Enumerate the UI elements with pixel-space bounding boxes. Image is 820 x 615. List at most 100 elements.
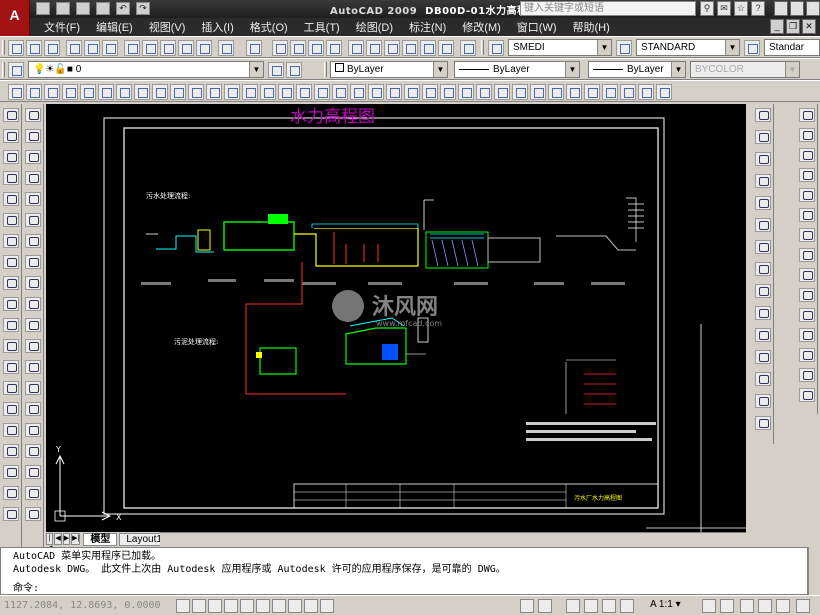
continue-icon[interactable] <box>755 328 771 342</box>
doc-restore-icon[interactable]: ❐ <box>786 19 800 34</box>
aligned-dim-icon[interactable] <box>755 130 771 144</box>
make-block-icon[interactable] <box>3 360 19 374</box>
tangent-icon[interactable] <box>799 288 815 302</box>
linetype-select[interactable]: ByLayer ▼ <box>454 61 580 78</box>
polyline-icon[interactable] <box>3 150 19 164</box>
diameter-icon[interactable] <box>755 240 771 254</box>
menu-help[interactable]: 帮助(H) <box>565 19 618 35</box>
temp-track-icon[interactable] <box>799 108 815 122</box>
chevron-down-icon[interactable]: ▼ <box>433 62 447 77</box>
separate-icon[interactable] <box>602 84 618 100</box>
union-icon[interactable] <box>278 84 294 100</box>
intersection-icon[interactable] <box>799 188 815 202</box>
perpendicular-icon[interactable] <box>799 308 815 322</box>
showmotion-icon[interactable] <box>620 599 634 613</box>
horizontal-scrollbar[interactable] <box>160 532 746 546</box>
extension-icon[interactable] <box>799 228 815 242</box>
print-icon[interactable] <box>96 2 110 15</box>
radius-icon[interactable] <box>755 196 771 210</box>
menu-file[interactable]: 文件(F) <box>36 19 88 35</box>
endpoint-icon[interactable] <box>799 148 815 162</box>
spline-icon[interactable] <box>3 276 19 290</box>
thicken-icon[interactable] <box>350 84 366 100</box>
ellipse-arc-icon[interactable] <box>3 318 19 332</box>
subtract-icon[interactable] <box>296 84 312 100</box>
scale-icon[interactable] <box>25 255 41 269</box>
table-style-select[interactable]: Standar <box>764 39 820 56</box>
point-icon[interactable] <box>3 381 19 395</box>
sweep-icon[interactable] <box>224 84 240 100</box>
plot-preview-icon[interactable] <box>84 40 100 56</box>
prev-tab-icon[interactable]: ◀ <box>54 533 62 545</box>
command-scrollbar[interactable] <box>808 547 820 595</box>
node-icon[interactable] <box>799 368 815 382</box>
rotate-icon[interactable] <box>25 234 41 248</box>
fillet-icon[interactable] <box>25 423 41 437</box>
save-icon[interactable] <box>76 2 90 15</box>
stretch-icon[interactable] <box>25 276 41 290</box>
zoom-realtime-icon[interactable] <box>290 40 306 56</box>
imprint-icon[interactable] <box>386 84 402 100</box>
text-style-icon[interactable] <box>488 40 504 56</box>
edge-copy-icon[interactable] <box>566 84 582 100</box>
last-tab-icon[interactable]: ▶| <box>71 533 81 545</box>
face-copy-icon[interactable] <box>530 84 546 100</box>
next-tab-icon[interactable]: ▶ <box>62 533 71 545</box>
dim-space-icon[interactable] <box>755 350 771 364</box>
calculator-icon[interactable] <box>438 40 454 56</box>
hatch-icon[interactable] <box>3 402 19 416</box>
loft-icon[interactable] <box>260 84 276 100</box>
tab-model[interactable]: 模型 <box>83 532 118 546</box>
face-move-icon[interactable] <box>440 84 456 100</box>
block-editor-icon[interactable] <box>196 40 212 56</box>
arc-icon[interactable] <box>3 213 19 227</box>
layout-icon[interactable] <box>538 599 552 613</box>
auto-scale-icon[interactable] <box>720 599 734 613</box>
center-icon[interactable] <box>799 248 815 262</box>
circle-icon[interactable] <box>3 234 19 248</box>
move-icon[interactable] <box>25 213 41 227</box>
trim-icon[interactable] <box>25 297 41 311</box>
object-snap-icon[interactable] <box>240 599 254 613</box>
menu-format[interactable]: 格式(O) <box>242 19 296 35</box>
multiline-text-icon[interactable] <box>3 486 19 500</box>
revision-cloud-icon[interactable] <box>3 255 19 269</box>
break-at-point-icon[interactable] <box>25 339 41 353</box>
doc-close-icon[interactable]: ✕ <box>802 19 816 34</box>
workspace-switch-icon[interactable] <box>740 599 754 613</box>
redo-button-icon[interactable] <box>246 40 262 56</box>
text-style-select[interactable]: SMEDI ▼ <box>508 39 612 56</box>
save-button-icon[interactable] <box>44 40 60 56</box>
chevron-down-icon[interactable]: ▼ <box>597 40 611 55</box>
restore-icon[interactable]: ❐ <box>790 1 804 16</box>
help-button-icon[interactable] <box>460 40 476 56</box>
dim-style-select[interactable]: STANDARD ▼ <box>636 39 740 56</box>
center-mark-icon[interactable] <box>755 416 771 430</box>
communication-center-icon[interactable]: ✉ <box>717 1 731 16</box>
model-space-icon[interactable] <box>520 599 534 613</box>
clean-screen-icon[interactable] <box>796 599 810 613</box>
quick-dim-icon[interactable] <box>755 284 771 298</box>
erase-icon[interactable] <box>25 108 41 122</box>
quadrant-icon[interactable] <box>799 268 815 282</box>
sphere-icon[interactable] <box>80 84 96 100</box>
rectangle-icon[interactable] <box>3 192 19 206</box>
lineweight-toggle-icon[interactable] <box>304 599 318 613</box>
open-file-icon[interactable] <box>56 2 70 15</box>
menu-modify[interactable]: 修改(M) <box>454 19 509 35</box>
table-style-icon[interactable] <box>744 40 760 56</box>
drawing-canvas[interactable]: 水力高程图 污水处理流程: 污泥处理流程: 沐风网 www.mfcad.com … <box>46 104 746 532</box>
undo-icon[interactable]: ↶ <box>116 2 130 15</box>
slice-icon[interactable] <box>332 84 348 100</box>
menu-insert[interactable]: 插入(I) <box>193 19 241 35</box>
polygon-icon[interactable] <box>3 171 19 185</box>
join-icon[interactable] <box>25 381 41 395</box>
search-icon[interactable]: ⚲ <box>700 1 714 16</box>
insertion-icon[interactable] <box>799 348 815 362</box>
quick-properties-icon[interactable] <box>320 599 334 613</box>
baseline-icon[interactable] <box>755 306 771 320</box>
wedge-icon[interactable] <box>44 84 60 100</box>
planar-surface-icon[interactable] <box>170 84 186 100</box>
chamfer-icon[interactable] <box>25 402 41 416</box>
toolbar-grip[interactable] <box>324 62 327 77</box>
